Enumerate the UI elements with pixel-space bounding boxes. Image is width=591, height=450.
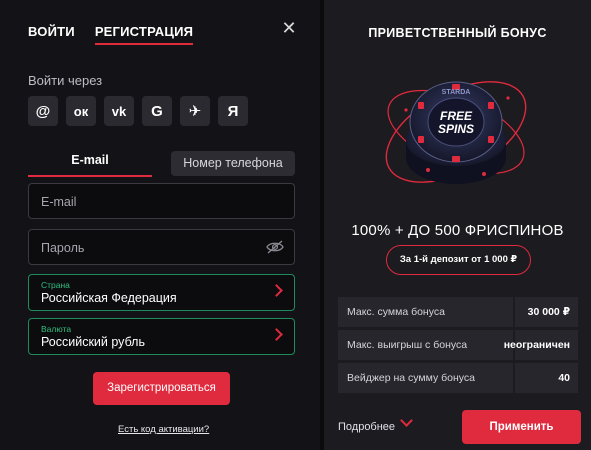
currency-label: Валюта	[41, 324, 72, 334]
chevron-right-icon	[270, 328, 283, 341]
chip-ring-text: STARDA	[442, 89, 471, 96]
activation-code-link[interactable]: Есть код активации?	[118, 424, 209, 435]
detail-value: 40	[558, 372, 570, 384]
google-icon[interactable]: G	[142, 96, 172, 126]
close-icon[interactable]: ✕	[281, 19, 297, 37]
vk-icon[interactable]: vk	[104, 96, 134, 126]
chevron-down-icon[interactable]	[400, 414, 413, 427]
bonus-title: ПРИВЕТСТВЕННЫЙ БОНУС	[368, 26, 547, 40]
email-field[interactable]: E-mail	[28, 183, 295, 219]
more-details-link[interactable]: Подробнее	[338, 421, 395, 433]
social-login-list: @ ок vk G ✈ Я	[28, 96, 248, 126]
detail-label: Макс. сумма бонуса	[347, 306, 445, 318]
country-select[interactable]: Страна Российская Федерация	[28, 274, 295, 311]
register-button[interactable]: Зарегистрироваться	[93, 372, 230, 405]
chip-text-free: FREE	[440, 109, 473, 123]
detail-label: Макс. выигрыш с бонуса	[347, 339, 468, 351]
detail-separator	[513, 363, 515, 393]
bonus-detail-row: Макс. сумма бонуса 30 000 ₽	[338, 297, 578, 327]
chip-text-spins: SPINS	[438, 122, 474, 136]
ok-icon[interactable]: ок	[66, 96, 96, 126]
registration-panel: ВОЙТИ РЕГИСТРАЦИЯ ✕ Войти через @ ок vk …	[0, 0, 320, 450]
telegram-icon[interactable]: ✈	[180, 96, 210, 126]
tab-register[interactable]: РЕГИСТРАЦИЯ	[94, 24, 194, 45]
currency-value: Российский рубль	[41, 335, 145, 349]
chevron-right-icon	[270, 284, 283, 297]
country-value: Российская Федерация	[41, 291, 177, 305]
detail-separator	[513, 297, 515, 327]
at-sign-icon[interactable]: @	[28, 96, 58, 126]
detail-value: 30 000 ₽	[527, 306, 570, 318]
detail-label: Вейджер на сумму бонуса	[347, 372, 475, 384]
email-placeholder: E-mail	[41, 195, 77, 209]
login-via-label: Войти через	[28, 73, 103, 88]
tab-login[interactable]: ВОЙТИ	[28, 24, 75, 45]
deposit-badge: За 1-й депозит от 1 000 ₽	[386, 245, 531, 275]
detail-value: неограничен	[503, 339, 570, 351]
bonus-detail-row: Макс. выигрыш с бонуса неограничен	[338, 330, 578, 360]
country-label: Страна	[41, 280, 70, 290]
auth-tabs: ВОЙТИ РЕГИСТРАЦИЯ	[28, 24, 194, 45]
bonus-amount: 100% + ДО 500 ФРИСПИНОВ	[351, 222, 564, 239]
bonus-panel: ПРИВЕТСТВЕННЫЙ БОНУС FREE SPINS STARDA 1…	[324, 0, 591, 450]
mode-phone-tab[interactable]: Номер телефона	[171, 151, 295, 176]
apply-button[interactable]: Применить	[462, 410, 581, 444]
password-field[interactable]: Пароль	[28, 229, 295, 265]
bonus-detail-row: Вейджер на сумму бонуса 40	[338, 363, 578, 393]
currency-select[interactable]: Валюта Российский рубль	[28, 318, 295, 355]
yandex-icon[interactable]: Я	[218, 96, 248, 126]
password-placeholder: Пароль	[41, 241, 85, 255]
eye-off-icon[interactable]	[266, 240, 284, 254]
mode-email-tab[interactable]: E-mail	[28, 153, 152, 177]
free-spins-chip-illustration: FREE SPINS STARDA	[385, 81, 527, 184]
